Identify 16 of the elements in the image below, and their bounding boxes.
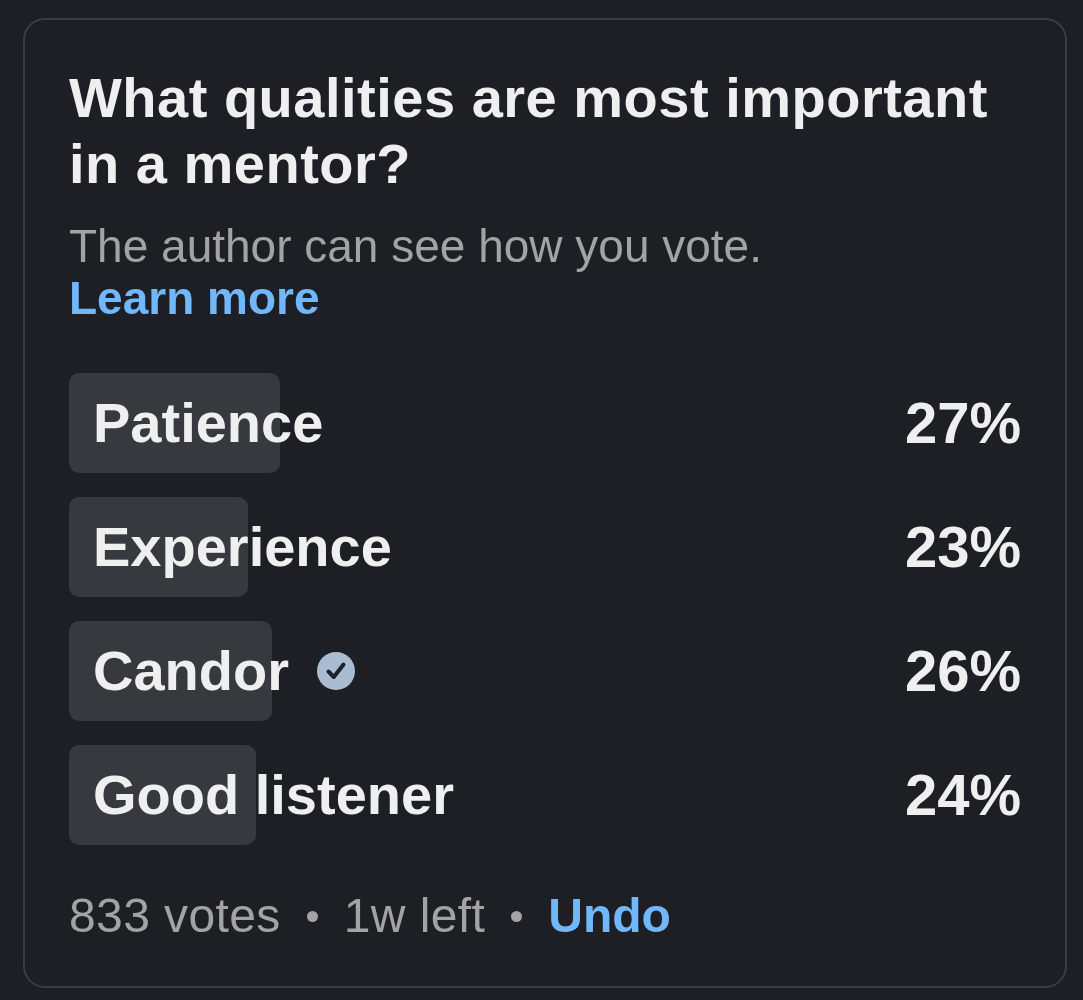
poll-option[interactable]: Experience — [69, 497, 849, 597]
privacy-notice: The author can see how you vote. Learn more — [69, 220, 763, 324]
learn-more-link[interactable]: Learn more — [69, 272, 320, 324]
poll-option[interactable]: Patience — [69, 373, 849, 473]
poll-question: What qualities are most important in a mentor? — [69, 65, 989, 197]
poll-meta-text: 1w left — [343, 888, 486, 944]
separator-dot-icon — [511, 910, 523, 922]
vote-percentage: 27% — [903, 390, 1021, 456]
vote-percentage: 26% — [903, 638, 1021, 704]
poll-option[interactable]: Good listener — [69, 745, 849, 845]
poll-option[interactable]: Candor — [69, 621, 849, 721]
poll-meta-text: 833 votes — [69, 888, 281, 944]
separator-dot-icon — [306, 910, 318, 922]
vote-percentage: 23% — [903, 514, 1021, 580]
undo-link[interactable]: Undo — [548, 886, 671, 946]
vote-percentage: 24% — [903, 762, 1021, 828]
